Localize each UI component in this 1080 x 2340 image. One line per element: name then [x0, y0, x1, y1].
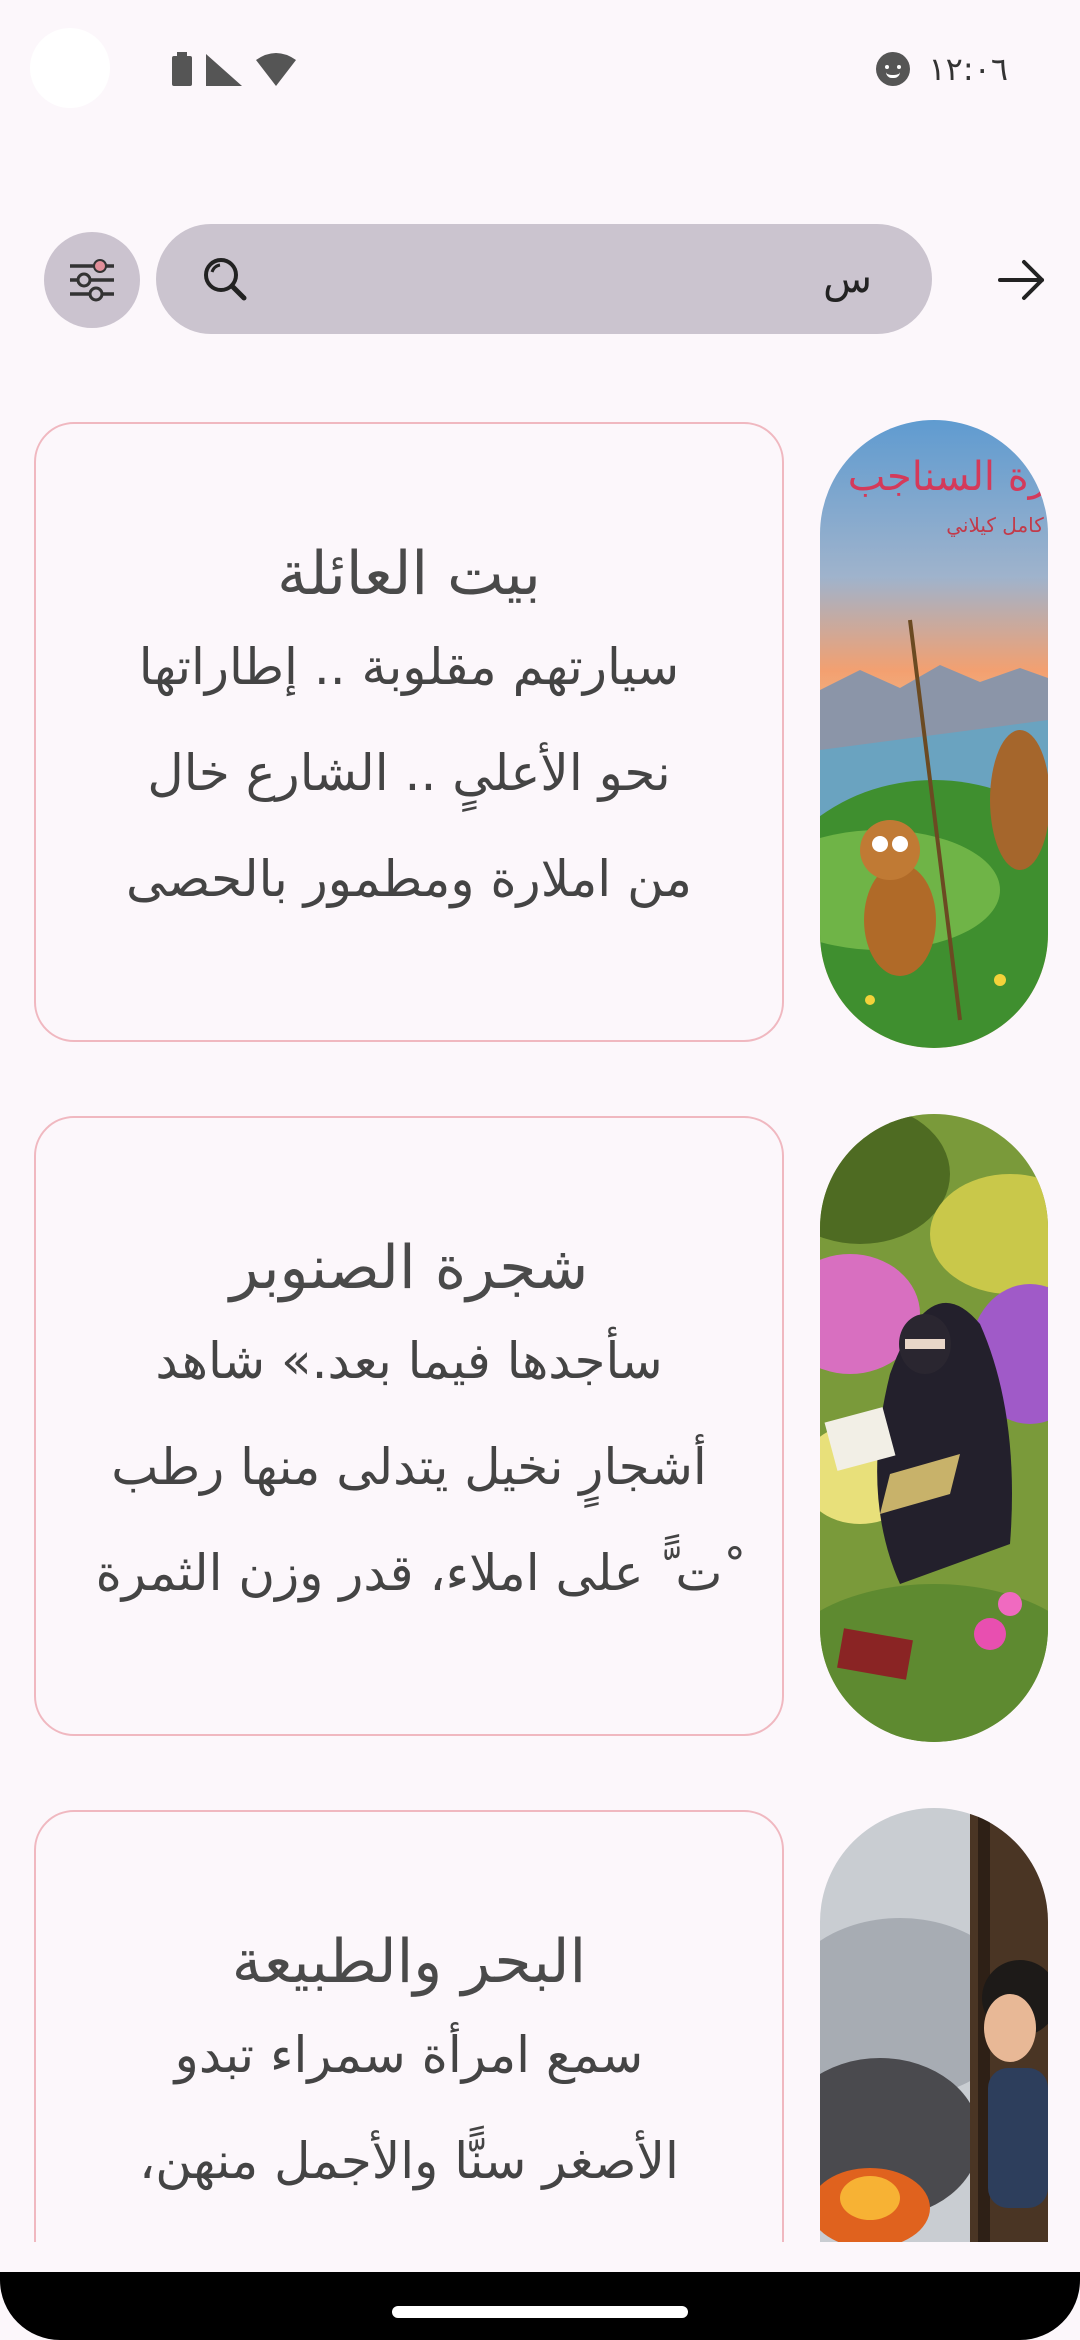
search-toolbar: س [0, 220, 1080, 340]
search-input[interactable]: س [156, 224, 932, 334]
story-card[interactable]: بيت العائلة سيارتهم مقلوبة .. إطاراتها ن… [34, 422, 784, 1042]
sliders-icon [70, 259, 114, 302]
story-excerpt: سيارتهم مقلوبة .. إطاراتها نحو الأعلىٍ .… [126, 638, 692, 908]
back-button[interactable] [990, 248, 1054, 312]
arrow-forward-icon [998, 260, 1044, 300]
home-gesture-handle[interactable] [392, 2306, 688, 2318]
story-excerpt: سمع امرأة سمراء تبدو الأصغر سنًّا والأجم… [139, 2026, 679, 2190]
signal-icon [206, 54, 242, 86]
navigation-bar [0, 2272, 1080, 2340]
clock: ١٢:٠٦ [928, 50, 1008, 88]
story-card[interactable]: البحر والطبيعة سمع امرأة سمراء تبدو الأص… [34, 1810, 784, 2242]
story-title: بيت العائلة [277, 539, 541, 609]
story-title: البحر والطبيعة [231, 1927, 587, 1997]
story-item[interactable]: البحر والطبيعة سمع امرأة سمراء تبدو الأص… [0, 1808, 1080, 2242]
search-query[interactable]: س [823, 254, 872, 304]
search-icon[interactable] [200, 254, 250, 304]
wifi-icon [256, 53, 296, 86]
cover-author-text: كامل كيلاني [946, 513, 1044, 538]
cover-title-text: رة السناجب [848, 454, 1048, 500]
story-list[interactable]: بيت العائلة سيارتهم مقلوبة .. إطاراتها ن… [0, 420, 1080, 2242]
story-title: شجرة الصنوبر [229, 1233, 589, 1303]
status-bar: ١٢:٠٦ [0, 0, 1080, 140]
cover-illustration-window-boy [820, 1808, 1048, 2242]
camera-cutout [30, 28, 110, 108]
battery-icon [172, 52, 192, 86]
story-cover-image[interactable] [820, 1808, 1048, 2242]
story-item[interactable]: شجرة الصنوبر سأجدها فيما بعد.» شاهد أشجا… [0, 1114, 1080, 1744]
story-cover-image[interactable] [820, 1114, 1048, 1742]
system-icons [172, 52, 296, 86]
filter-button[interactable] [44, 232, 140, 328]
story-cover-image[interactable]: رة السناجب كامل كيلاني [820, 420, 1048, 1048]
story-item[interactable]: بيت العائلة سيارتهم مقلوبة .. إطاراتها ن… [0, 420, 1080, 1050]
story-card[interactable]: شجرة الصنوبر سأجدها فيما بعد.» شاهد أشجا… [34, 1116, 784, 1736]
face-notification-icon [876, 52, 911, 86]
cover-illustration-squirrels: رة السناجب كامل كيلاني [820, 420, 1048, 1048]
story-excerpt: سأجدها فيما بعد.» شاهد أشجارٍ نخيل يتدلى… [95, 1332, 723, 1602]
cover-illustration-reading-girl [820, 1114, 1048, 1742]
